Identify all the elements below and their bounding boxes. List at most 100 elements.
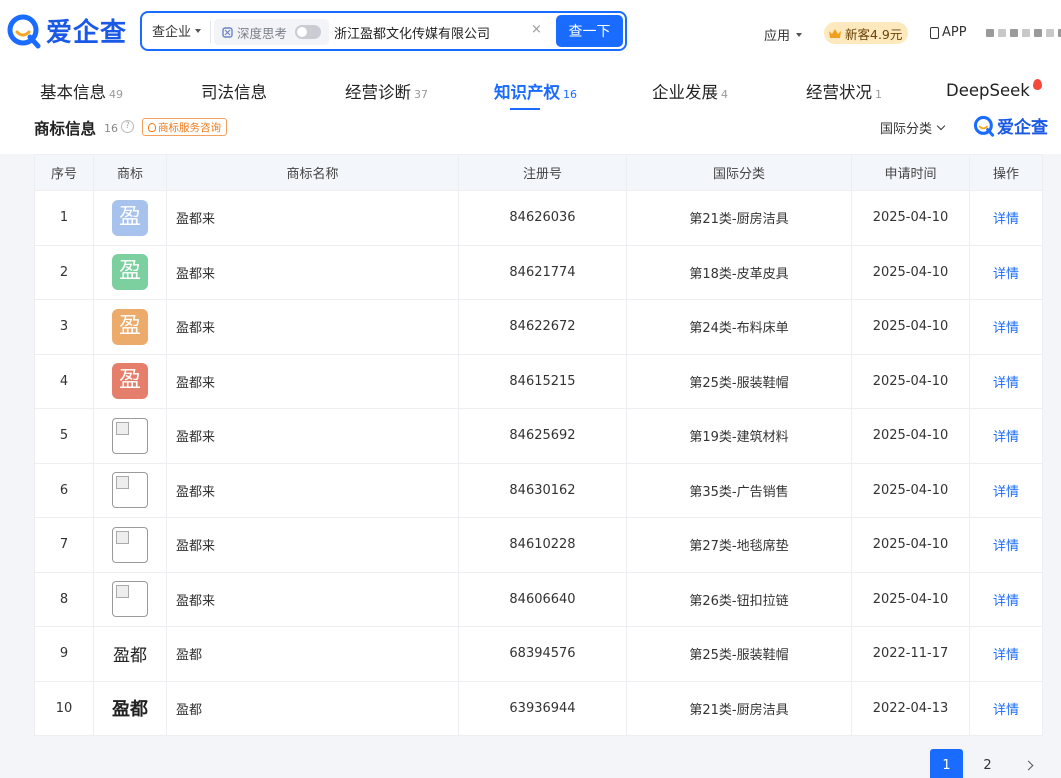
intl-class: 第24类-布料床单 — [626, 299, 852, 355]
trademark-logo-cell: 盈都 — [93, 626, 167, 682]
vip-offer-badge[interactable]: 新客4.9元 — [824, 22, 909, 44]
pagination: 1 2 — [930, 749, 1045, 778]
blurred-username — [1022, 29, 1030, 37]
row-index: 1 — [34, 190, 94, 246]
logo-q-icon — [7, 14, 41, 48]
trademark-name: 盈都来 — [166, 244, 459, 300]
apply-date: 2025-04-10 — [851, 517, 970, 573]
broken-image-icon[interactable] — [112, 472, 148, 509]
trademark-name: 盈都来 — [166, 353, 459, 409]
trademark-logo-cell: 盈 — [93, 299, 167, 355]
tab-development[interactable]: 企业发展 4 — [652, 79, 728, 103]
intl-class: 第25类-服装鞋帽 — [626, 353, 852, 409]
trademark-logo-cell: 盈 — [93, 353, 167, 409]
details-link[interactable]: 详情 — [969, 353, 1043, 409]
trademark-service-button[interactable]: 商标服务咨询 — [142, 118, 227, 136]
search-button[interactable]: 查一下 — [556, 15, 623, 47]
toggle-switch[interactable] — [295, 25, 322, 39]
page-1-button[interactable]: 1 — [930, 749, 963, 778]
col-header-name: 商标名称 — [166, 154, 459, 191]
registration-number: 84625692 — [458, 408, 627, 464]
trademark-name: 盈都来 — [166, 190, 459, 246]
deep-think-toggle[interactable]: 深度思考 — [214, 19, 330, 45]
trademark-name: 盈都 — [166, 680, 459, 736]
blurred-username — [998, 29, 1006, 37]
next-page-button[interactable] — [1012, 749, 1045, 778]
page-2-button[interactable]: 2 — [971, 749, 1004, 778]
table-row: 1 盈盈都来 84626036 第21类-厨房洁具 2025-04-10 详情 — [34, 190, 1043, 246]
details-link[interactable]: 详情 — [969, 190, 1043, 246]
trademark-section-header: 商标信息 16 ? 商标服务咨询 国际分类 爱企查 — [0, 110, 1061, 154]
details-link[interactable]: 详情 — [969, 244, 1043, 300]
search-input[interactable] — [334, 19, 522, 45]
registration-number: 63936944 — [458, 680, 627, 736]
apply-date: 2025-04-10 — [851, 190, 970, 246]
trademark-logo-text[interactable]: 盈都 — [113, 641, 147, 666]
details-link[interactable]: 详情 — [969, 680, 1043, 736]
broken-image-icon[interactable] — [112, 581, 148, 618]
brand-watermark: 爱企查 — [973, 113, 1048, 138]
search-scope-select[interactable]: 查企业 — [152, 21, 202, 40]
col-header-apply-date: 申请时间 — [851, 154, 970, 191]
tab-count: 16 — [563, 88, 577, 101]
details-link[interactable]: 详情 — [969, 408, 1043, 464]
table-row: 5 盈都来 84625692 第19类-建筑材料 2025-04-10 详情 — [34, 408, 1043, 464]
tab-intellectual-property[interactable]: 知识产权 16 — [494, 79, 577, 103]
site-logo[interactable]: 爱企查 — [6, 12, 127, 49]
clear-icon[interactable]: × — [531, 22, 542, 37]
details-link[interactable]: 详情 — [969, 517, 1043, 573]
app-download-label: APP — [942, 25, 967, 40]
trademark-logo-image[interactable]: 盈 — [112, 199, 148, 236]
tab-count: 4 — [721, 88, 728, 101]
apply-date: 2025-04-10 — [851, 299, 970, 355]
trademark-table: 序号 商标 商标名称 注册号 国际分类 申请时间 操作 1 盈盈都来 8462603… — [34, 154, 1043, 736]
trademark-logo-image[interactable]: 盈 — [112, 308, 148, 345]
intl-class: 第21类-厨房洁具 — [626, 680, 852, 736]
user-avatar-area[interactable] — [986, 29, 1061, 37]
tab-label: 司法信息 — [201, 83, 267, 102]
trademark-logo-cell: 盈都 — [93, 680, 167, 736]
table-header-row: 序号 商标 商标名称 注册号 国际分类 申请时间 操作 — [34, 154, 1043, 191]
apply-date: 2025-04-10 — [851, 408, 970, 464]
tab-deepseek[interactable]: DeepSeek — [946, 79, 1042, 100]
table-row: 9 盈都 盈都 68394576 第25类-服装鞋帽 2022-11-17 详情 — [34, 626, 1043, 682]
help-icon[interactable]: ? — [121, 120, 134, 133]
registration-number: 84621774 — [458, 244, 627, 300]
apply-date: 2025-04-10 — [851, 462, 970, 518]
tab-label: 基本信息 — [40, 83, 106, 102]
details-link[interactable]: 详情 — [969, 299, 1043, 355]
tab-operating-status[interactable]: 经营状况 1 — [806, 79, 882, 103]
trademark-logo-text[interactable]: 盈都 — [112, 695, 148, 721]
details-link[interactable]: 详情 — [969, 571, 1043, 627]
table-row: 6 盈都来 84630162 第35类-广告销售 2025-04-10 详情 — [34, 462, 1043, 518]
app-download-link[interactable]: APP — [930, 25, 967, 40]
table-row: 2 盈盈都来 84621774 第18类-皮革皮具 2025-04-10 详情 — [34, 244, 1043, 300]
trademark-logo-cell — [93, 462, 167, 518]
blurred-username — [986, 29, 994, 37]
table-row: 3 盈盈都来 84622672 第24类-布料床单 2025-04-10 详情 — [34, 299, 1043, 355]
tab-judicial-info[interactable]: 司法信息 — [201, 79, 270, 103]
tab-basic-info[interactable]: 基本信息 49 — [40, 79, 123, 103]
intl-class: 第19类-建筑材料 — [626, 408, 852, 464]
col-header-reg-no: 注册号 — [458, 154, 627, 191]
apps-menu[interactable]: 应用 — [764, 25, 803, 44]
row-index: 5 — [34, 408, 94, 464]
trademark-logo-image[interactable]: 盈 — [112, 363, 148, 400]
trademark-logo-image[interactable]: 盈 — [112, 254, 148, 291]
caret-down-icon — [796, 32, 803, 37]
trademark-logo-cell: 盈 — [93, 190, 167, 246]
divider — [210, 21, 211, 43]
intl-class-filter[interactable]: 国际分类 — [880, 118, 946, 137]
registration-number: 68394576 — [458, 626, 627, 682]
apply-date: 2025-04-10 — [851, 244, 970, 300]
tab-count: 1 — [875, 88, 882, 101]
tab-business-diagnosis[interactable]: 经营诊断 37 — [345, 79, 428, 103]
row-index: 9 — [34, 626, 94, 682]
broken-image-icon[interactable] — [112, 417, 148, 454]
broken-image-icon[interactable] — [112, 526, 148, 563]
details-link[interactable]: 详情 — [969, 626, 1043, 682]
service-tag-label: 商标服务咨询 — [158, 121, 221, 134]
details-link[interactable]: 详情 — [969, 462, 1043, 518]
intl-class: 第26类-钮扣拉链 — [626, 571, 852, 627]
apply-date: 2025-04-10 — [851, 571, 970, 627]
